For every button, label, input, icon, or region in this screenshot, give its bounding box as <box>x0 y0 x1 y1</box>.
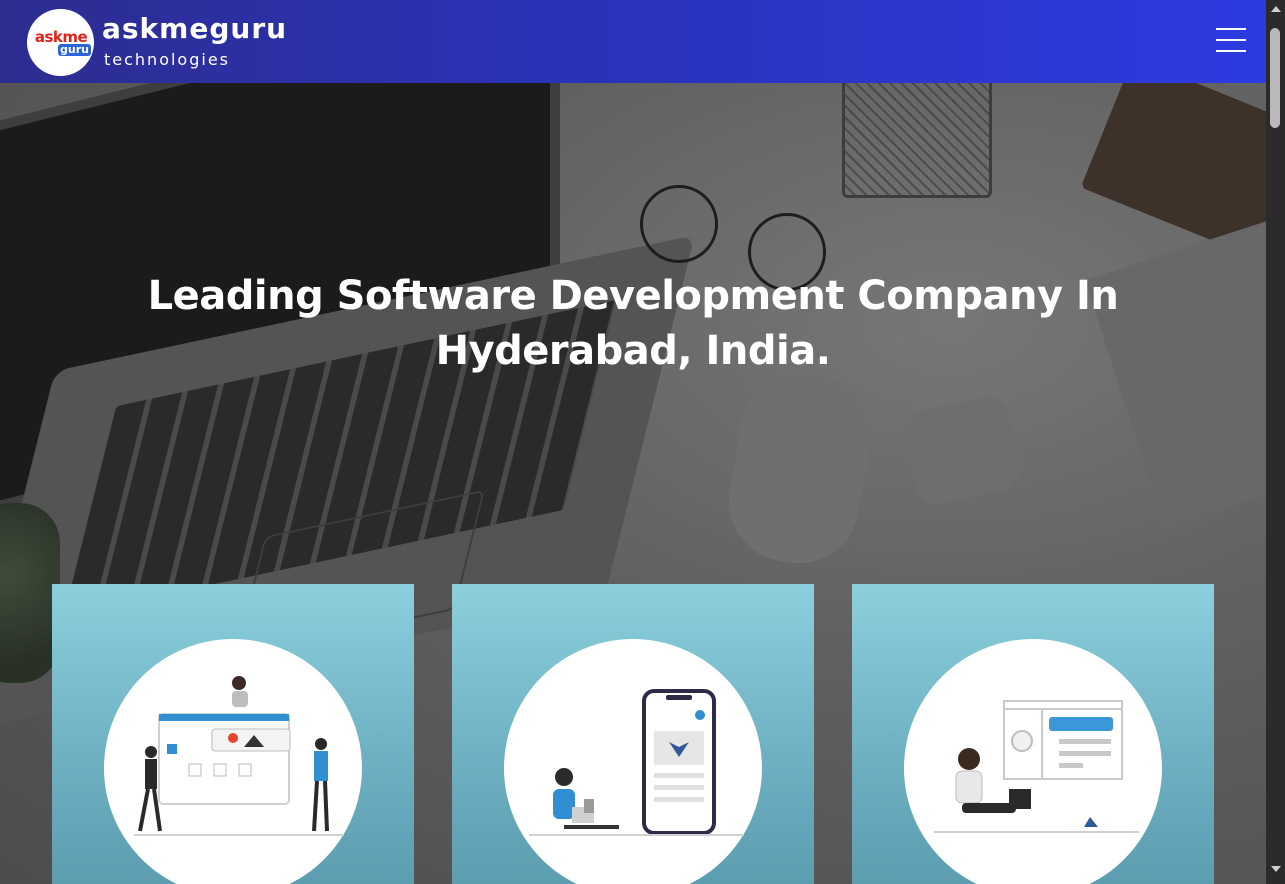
dashboard-user-illustration <box>934 700 1139 833</box>
scroll-up-arrow-icon[interactable] <box>1271 6 1281 12</box>
service-card-web-design[interactable] <box>52 584 414 884</box>
web-design-team-illustration <box>134 676 344 836</box>
site-header: askme guru askmeguru technologies <box>0 0 1266 83</box>
company-logo[interactable]: askme guru <box>27 9 94 76</box>
hero-title: Leading Software Development Company In … <box>147 273 1119 374</box>
card-illustration-circle <box>904 639 1162 884</box>
brand-subtitle: technologies <box>104 50 230 69</box>
service-card-mobile-app[interactable] <box>452 584 814 884</box>
scroll-down-arrow-icon[interactable] <box>1271 866 1281 872</box>
card-illustration-circle <box>504 639 762 884</box>
vertical-scrollbar[interactable] <box>1266 0 1285 884</box>
logo-text-guru: guru <box>58 43 91 56</box>
service-card-dashboard[interactable] <box>852 584 1214 884</box>
scrollbar-thumb[interactable] <box>1270 28 1280 128</box>
hamburger-menu-icon[interactable] <box>1212 24 1250 58</box>
mobile-app-illustration <box>529 689 744 836</box>
card-illustration-circle <box>104 639 362 884</box>
brand-name[interactable]: askmeguru <box>102 12 287 46</box>
